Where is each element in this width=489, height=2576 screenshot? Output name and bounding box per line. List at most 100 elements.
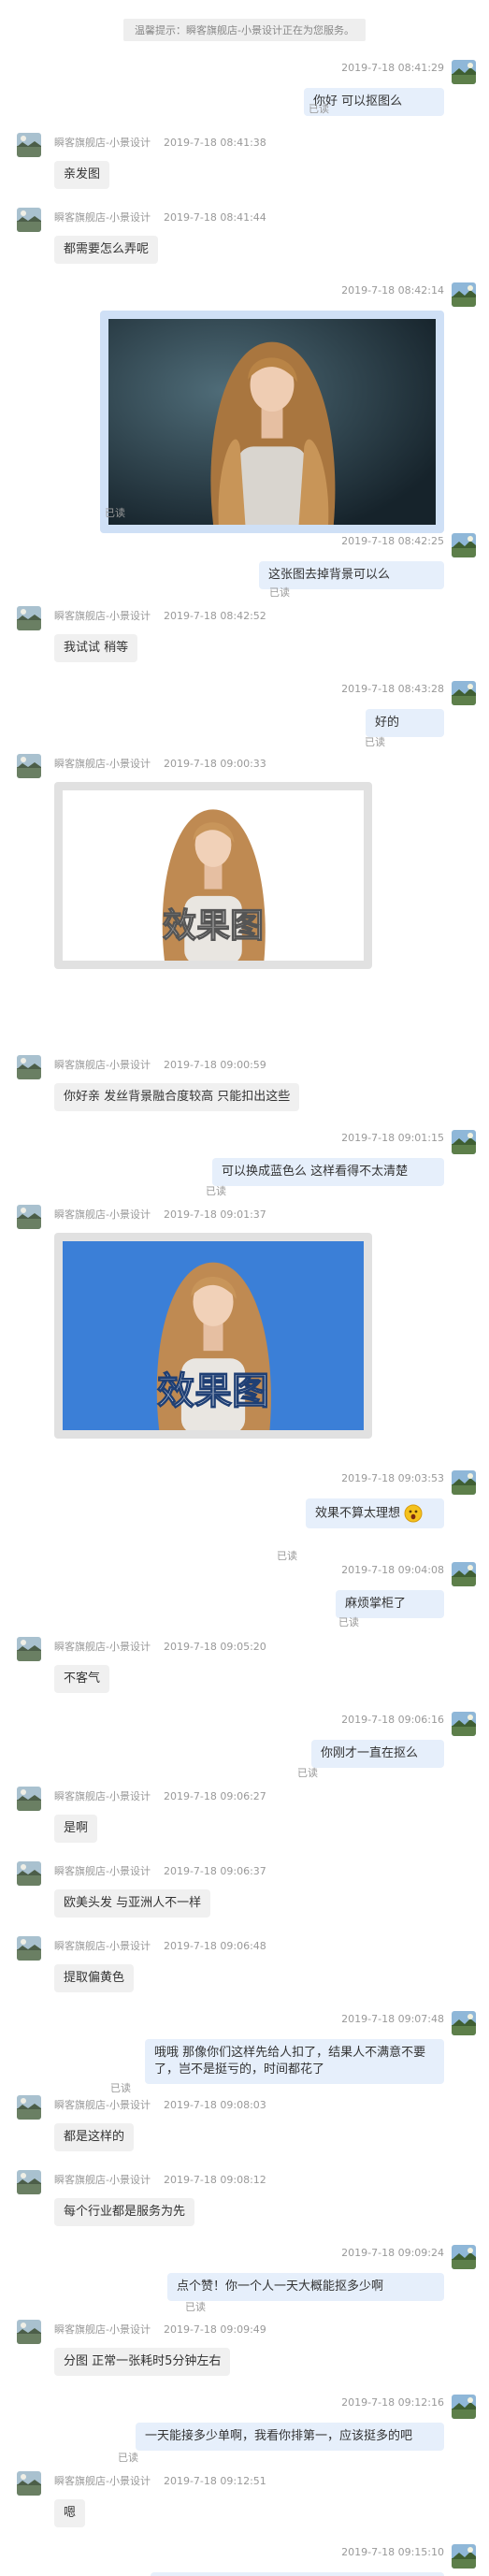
message-bubble[interactable]: 嗯 bbox=[54, 2499, 86, 2527]
message-bubble[interactable]: 分图 正常一张耗时5分钟左右 bbox=[54, 2348, 231, 2376]
message-meta: 瞬客旗舰店-小景设计 2019-7-18 09:08:03 bbox=[54, 2097, 266, 2112]
image-message[interactable]: 效果图 bbox=[54, 1233, 372, 1439]
outgoing-message: 2019-7-18 09:07:48 哦哦 那像你们这样先给人扣了，结果人不满意不… bbox=[0, 2011, 489, 2088]
image-message[interactable] bbox=[100, 311, 444, 533]
shop-avatar[interactable] bbox=[17, 1787, 41, 1811]
message-text: 亲发图 bbox=[64, 167, 101, 181]
system-notice-text: 温馨提示：瞬客旗舰店-小景设计正在为您服务。 bbox=[123, 19, 366, 41]
message-meta: 2019-7-18 08:42:14 bbox=[341, 284, 444, 297]
avatar-image bbox=[17, 1936, 41, 1961]
incoming-message: 瞬客旗舰店-小景设计 2019-7-18 09:06:37 欧美头发 与亚洲人不一样 bbox=[0, 1861, 489, 1918]
message-bubble[interactable]: 提取偏黄色 bbox=[54, 1964, 135, 1992]
message-bubble[interactable]: 好的 bbox=[366, 709, 444, 737]
message-bubble[interactable]: 好，那不多打扰你了，以后需要再找你 bbox=[151, 2572, 444, 2576]
read-receipt: 已读 bbox=[105, 507, 125, 519]
message-text: 都是这样的 bbox=[64, 2130, 125, 2144]
message-text: 你好亲 发丝背景融合度较高 只能扣出这些 bbox=[64, 1090, 291, 1104]
sender-name: 瞬客旗舰店-小景设计 bbox=[54, 1208, 151, 1221]
avatar-image bbox=[452, 60, 476, 84]
message-bubble[interactable]: 效果不算太理想 bbox=[306, 1498, 444, 1528]
customer-avatar[interactable] bbox=[452, 2544, 476, 2569]
avatar-image bbox=[17, 606, 41, 630]
message-bubble[interactable]: 你刚才一直在抠么 bbox=[311, 1740, 444, 1768]
shop-avatar[interactable] bbox=[17, 2095, 41, 2120]
customer-avatar[interactable] bbox=[452, 533, 476, 557]
message-time: 2019-7-18 08:41:29 bbox=[341, 62, 444, 74]
shop-avatar[interactable] bbox=[17, 1205, 41, 1229]
incoming-message: 瞬客旗舰店-小景设计 2019-7-18 09:00:59 你好亲 发丝背景融合度较… bbox=[0, 1055, 489, 1111]
message-time: 2019-7-18 09:07:48 bbox=[341, 2013, 444, 2025]
outgoing-message: 2019-7-18 08:42:25 这张图去掉背景可以么 bbox=[0, 533, 489, 589]
customer-avatar[interactable] bbox=[452, 2245, 476, 2269]
message-meta: 瞬客旗舰店-小景设计 2019-7-18 08:41:44 bbox=[54, 210, 266, 224]
message-bubble[interactable]: 点个赞！你一个人一天大概能抠多少啊 bbox=[167, 2273, 444, 2301]
message-bubble[interactable]: 欧美头发 与亚洲人不一样 bbox=[54, 1889, 211, 1918]
message-bubble[interactable]: 你好亲 发丝背景融合度较高 只能扣出这些 bbox=[54, 1083, 300, 1111]
shop-avatar[interactable] bbox=[17, 208, 41, 232]
message-text: 好的 bbox=[375, 716, 400, 730]
sender-name: 瞬客旗舰店-小景设计 bbox=[54, 1641, 151, 1653]
message-text: 欧美头发 与亚洲人不一样 bbox=[64, 1896, 202, 1910]
shop-avatar[interactable] bbox=[17, 133, 41, 157]
message-bubble[interactable]: 是啊 bbox=[54, 1815, 98, 1843]
message-text: 提取偏黄色 bbox=[64, 1971, 125, 1985]
avatar-image bbox=[452, 533, 476, 557]
chat-window: 温馨提示：瞬客旗舰店-小景设计正在为您服务。 2019-7-18 08:41:2… bbox=[0, 0, 489, 2576]
message-time: 2019-7-18 09:04:08 bbox=[341, 1564, 444, 1576]
customer-avatar[interactable] bbox=[452, 1712, 476, 1736]
shop-avatar[interactable] bbox=[17, 754, 41, 778]
customer-avatar[interactable] bbox=[452, 2011, 476, 2035]
sender-name: 瞬客旗舰店-小景设计 bbox=[54, 1940, 151, 1952]
customer-avatar[interactable] bbox=[452, 1470, 476, 1495]
message-bubble[interactable]: 一天能接多少单啊，我看你排第一，应该挺多的吧 bbox=[136, 2423, 444, 2451]
avatar-image bbox=[17, 2320, 41, 2344]
customer-avatar[interactable] bbox=[452, 2395, 476, 2419]
avatar-image bbox=[17, 1055, 41, 1079]
customer-avatar[interactable] bbox=[452, 681, 476, 705]
message-meta: 2019-7-18 09:07:48 bbox=[341, 2013, 444, 2025]
customer-avatar[interactable] bbox=[452, 1130, 476, 1154]
outgoing-message: 2019-7-18 09:03:53 效果不算太理想 bbox=[0, 1470, 489, 1528]
message-bubble[interactable]: 每个行业都是服务为先 bbox=[54, 2198, 195, 2226]
shop-avatar[interactable] bbox=[17, 2320, 41, 2344]
shop-avatar[interactable] bbox=[17, 606, 41, 630]
avatar-image bbox=[452, 1562, 476, 1586]
shop-avatar[interactable] bbox=[17, 1637, 41, 1661]
avatar-image bbox=[17, 1787, 41, 1811]
avatar-image bbox=[452, 681, 476, 705]
shop-avatar[interactable] bbox=[17, 2170, 41, 2194]
customer-avatar[interactable] bbox=[452, 282, 476, 307]
incoming-message: 瞬客旗舰店-小景设计 2019-7-18 09:08:12 每个行业都是服务为先 bbox=[0, 2170, 489, 2226]
image-message[interactable]: 效果图 bbox=[54, 782, 372, 969]
incoming-message: 瞬客旗舰店-小景设计 2019-7-18 09:06:48 提取偏黄色 bbox=[0, 1936, 489, 1992]
sender-name: 瞬客旗舰店-小景设计 bbox=[54, 758, 151, 770]
read-receipt: 已读 bbox=[309, 103, 329, 115]
message-time: 2019-7-18 09:09:24 bbox=[341, 2247, 444, 2259]
shop-avatar[interactable] bbox=[17, 1936, 41, 1961]
message-bubble[interactable]: 可以换成蓝色么 这样看得不太清楚 bbox=[212, 1158, 444, 1186]
sender-name: 瞬客旗舰店-小景设计 bbox=[54, 2099, 151, 2111]
incoming-message: 瞬客旗舰店-小景设计 2019-7-18 09:01:37 效果图 bbox=[0, 1205, 489, 1439]
message-time: 2019-7-18 09:06:27 bbox=[163, 1790, 266, 1802]
message-bubble[interactable]: 哦哦 那像你们这样先给人扣了，结果人不满意不要了，岂不是挺亏的，时间都花了 bbox=[145, 2039, 444, 2084]
message-time: 2019-7-18 09:01:15 bbox=[341, 1132, 444, 1144]
message-bubble[interactable]: 不客气 bbox=[54, 1665, 110, 1693]
incoming-message: 瞬客旗舰店-小景设计 2019-7-18 09:12:51 嗯 bbox=[0, 2471, 489, 2527]
customer-avatar[interactable] bbox=[452, 1562, 476, 1586]
customer-avatar[interactable] bbox=[452, 60, 476, 84]
message-bubble[interactable]: 都需要怎么弄呢 bbox=[54, 236, 159, 264]
message-bubble[interactable]: 都是这样的 bbox=[54, 2123, 135, 2151]
message-text: 你刚才一直在抠么 bbox=[321, 1746, 419, 1760]
incoming-message: 瞬客旗舰店-小景设计 2019-7-18 09:05:20 不客气 bbox=[0, 1637, 489, 1693]
sender-name: 瞬客旗舰店-小景设计 bbox=[54, 2174, 151, 2186]
shop-avatar[interactable] bbox=[17, 2471, 41, 2496]
incoming-message: 瞬客旗舰店-小景设计 2019-7-18 09:06:27 是啊 bbox=[0, 1787, 489, 1843]
avatar-image bbox=[452, 2245, 476, 2269]
message-bubble[interactable]: 我试试 稍等 bbox=[54, 634, 138, 662]
shop-avatar[interactable] bbox=[17, 1861, 41, 1886]
read-receipt: 已读 bbox=[297, 1767, 318, 1779]
message-meta: 瞬客旗舰店-小景设计 2019-7-18 08:42:52 bbox=[54, 608, 266, 623]
shop-avatar[interactable] bbox=[17, 1055, 41, 1079]
message-text: 可以换成蓝色么 这样看得不太清楚 bbox=[222, 1165, 409, 1179]
message-bubble[interactable]: 亲发图 bbox=[54, 161, 110, 189]
